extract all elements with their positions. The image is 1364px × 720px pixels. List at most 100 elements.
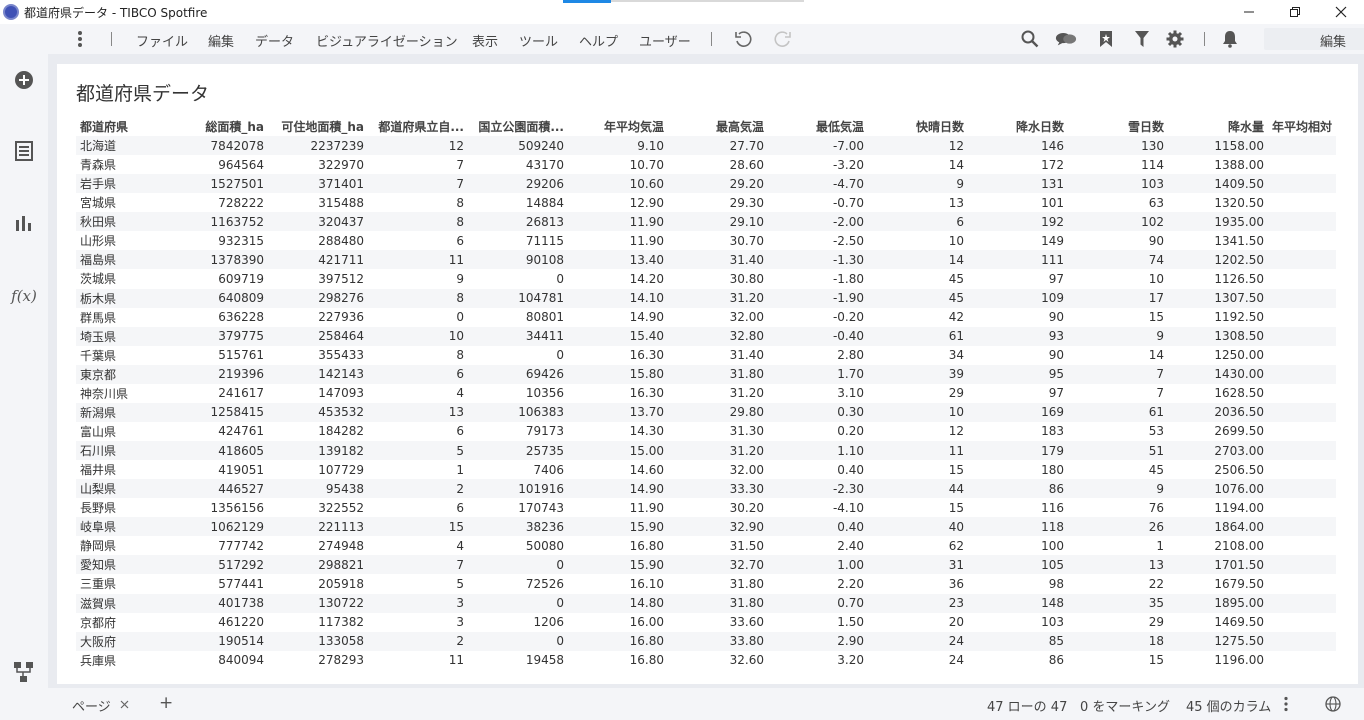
function-button[interactable]: f(x) — [8, 280, 40, 312]
column-header[interactable]: 最低気温 — [768, 116, 868, 136]
table-row[interactable]: 岩手県 1527501 371401 7 29206 10.60 29.20 -4.70 9 13… — [76, 174, 1337, 194]
column-header[interactable]: 雪日数 — [1068, 116, 1168, 136]
bookmark-button[interactable] — [1095, 29, 1117, 49]
table-row[interactable]: 愛知県 517292 298821 7 0 15.90 32.70 1.00 31 105 13 17… — [76, 555, 1337, 575]
mode-select[interactable]: 編集 — [1264, 28, 1364, 50]
table-row[interactable]: 山梨県 446527 95438 2 101916 14.90 33.30 -2.30 44 86… — [76, 479, 1337, 499]
close-icon[interactable] — [120, 700, 129, 709]
table-row[interactable]: 栃木県 640809 298276 8 104781 14.10 31.20 -1.90 45 1… — [76, 288, 1337, 308]
table-row[interactable]: 北海道 7842078 2237239 12 509240 9.10 27.70 -7.00 1… — [76, 136, 1337, 156]
page-tab[interactable]: ページ — [56, 688, 140, 720]
column-header[interactable]: 降水量 — [1168, 116, 1268, 136]
table-cell: 7 — [368, 174, 468, 194]
menu-file[interactable]: ファイル — [136, 31, 188, 50]
table-row[interactable]: 静岡県 777742 274948 4 50080 16.80 31.50 2.40 62 100… — [76, 536, 1336, 555]
column-header[interactable]: 国立公園面積... — [468, 116, 568, 136]
menu-edit[interactable]: 編集 — [208, 31, 234, 50]
column-header[interactable]: 都道府県立自... — [368, 116, 468, 136]
settings-button[interactable] — [1164, 29, 1186, 49]
table-cell: 滋賀県 — [76, 593, 172, 613]
table-row[interactable]: 滋賀県 401738 130722 3 0 14.80 31.80 0.70 23 148 35 18… — [76, 593, 1337, 613]
table-row[interactable]: 京都府 461220 117382 3 1206 16.00 33.60 1.50 20 103 2… — [76, 613, 1336, 632]
column-header[interactable]: 最高気温 — [668, 116, 768, 136]
filter-button[interactable] — [1131, 29, 1153, 49]
table-row[interactable]: 埼玉県 379775 258464 10 34411 15.40 32.80 -0.40 61 9… — [76, 326, 1337, 346]
redo-button[interactable] — [772, 29, 794, 49]
table-row[interactable]: 大阪府 190514 133058 2 0 16.80 33.80 2.90 24 85 18 127… — [76, 631, 1337, 651]
add-button[interactable] — [8, 64, 40, 96]
table-cell: 10.70 — [629, 157, 664, 172]
table-cell: 74 — [1068, 250, 1168, 270]
undo-button[interactable] — [732, 29, 754, 49]
table-cell: 10 — [948, 233, 964, 248]
table-row[interactable]: 秋田県 1163752 320437 8 26813 11.90 29.10 -2.00 6 19… — [76, 212, 1337, 232]
table-row[interactable]: 神奈川県 241617 147093 4 10356 16.30 31.20 3.10 29 97… — [76, 384, 1336, 403]
menu-user[interactable]: ユーザー — [639, 31, 691, 50]
table-row[interactable]: 茨城県 609719 397512 9 0 14.20 30.80 -1.80 45 97 10 11… — [76, 269, 1336, 288]
table-cell — [1268, 536, 1336, 555]
data-table-button[interactable] — [8, 135, 40, 167]
menu-tools[interactable]: ツール — [519, 31, 558, 50]
table-cell: 6 — [456, 424, 464, 439]
table-cell: -0.40 — [768, 326, 868, 346]
table-cell: 517292 — [172, 555, 268, 575]
column-header[interactable]: 降水日数 — [968, 116, 1068, 136]
close-button[interactable] — [1318, 0, 1364, 24]
table-cell: 28.60 — [729, 157, 764, 172]
table-cell: 401738 — [172, 593, 268, 613]
notifications-button[interactable] — [1219, 29, 1241, 49]
menu-help[interactable]: ヘルプ — [579, 31, 618, 50]
data-table[interactable]: 都道府県 総面積_ha 可住地面積_ha 都道府県立自... 国立公園面積... 年平均気… — [76, 116, 1337, 670]
hierarchy-button[interactable] — [8, 656, 40, 688]
table-row[interactable]: 石川県 418605 139182 5 25735 15.00 31.20 1.10 11 179… — [76, 441, 1337, 461]
table-row[interactable]: 福井県 419051 107729 1 7406 14.60 32.00 0.40 15 180 4… — [76, 460, 1336, 479]
table-cell: 0.40 — [837, 462, 864, 477]
search-button[interactable] — [1019, 29, 1041, 49]
maximize-button[interactable] — [1272, 0, 1318, 24]
table-cell: 461220 — [218, 615, 264, 630]
menu-view[interactable]: 表示 — [472, 31, 498, 50]
table-cell: 117382 — [318, 615, 364, 630]
menu-data[interactable]: データ — [255, 31, 294, 50]
table-cell: 福井県 — [80, 463, 117, 478]
table-cell: 1192.50 — [1214, 310, 1264, 325]
menu-visualization[interactable]: ビジュアライゼーション — [316, 31, 458, 50]
table-cell — [1268, 651, 1336, 670]
column-header[interactable]: 快晴日数 — [868, 116, 968, 136]
kebab-icon[interactable] — [1283, 696, 1289, 712]
table-cell: 640809 — [172, 288, 268, 308]
table-cell: 116 — [1041, 500, 1064, 515]
visualization-button[interactable] — [8, 207, 40, 239]
column-header[interactable]: 年平均相対 — [1268, 116, 1336, 136]
table-cell: 15.00 — [568, 441, 668, 461]
table-row[interactable]: 岐阜県 1062129 221113 15 38236 15.90 32.90 0.40 40 1… — [76, 517, 1337, 537]
table-row[interactable]: 新潟県 1258415 453532 13 106383 13.70 29.80 0.30 10… — [76, 402, 1337, 422]
more-options-button[interactable] — [69, 29, 91, 49]
minimize-button[interactable] — [1226, 0, 1272, 24]
table-row[interactable]: 長野県 1356156 322552 6 170743 11.90 30.20 -4.10 15… — [76, 498, 1336, 517]
table-row[interactable]: 三重県 577441 205918 5 72526 16.10 31.80 2.20 36 98 2… — [76, 574, 1336, 593]
table-cell: 29.20 — [668, 174, 768, 194]
collaboration-button[interactable] — [1055, 29, 1077, 49]
table-row[interactable]: 山形県 932315 288480 6 71115 11.90 30.70 -2.50 10 14… — [76, 231, 1336, 250]
table-cell: 219396 — [172, 364, 268, 384]
table-row[interactable]: 千葉県 515761 355433 8 0 16.30 31.40 2.80 34 90 14 125… — [76, 346, 1336, 365]
column-header[interactable]: 総面積_ha — [172, 116, 268, 136]
globe-icon[interactable] — [1325, 696, 1341, 712]
table-row[interactable]: 青森県 964564 322970 7 43170 10.70 28.60 -3.20 14 17… — [76, 155, 1336, 174]
table-row[interactable]: 東京都 219396 142143 6 69426 15.80 31.80 1.70 39 95 7… — [76, 364, 1337, 384]
table-row[interactable]: 兵庫県 840094 278293 11 19458 16.80 32.60 3.20 24 86… — [76, 651, 1336, 670]
table-cell: 38236 — [468, 517, 568, 537]
table-row[interactable]: 富山県 424761 184282 6 79173 14.30 31.30 0.20 12 183… — [76, 422, 1336, 441]
table-row[interactable]: 群馬県 636228 227936 0 80801 14.90 32.00 -0.20 42 90… — [76, 308, 1336, 327]
table-cell: 青森県 — [80, 158, 117, 173]
column-header[interactable]: 可住地面積_ha — [268, 116, 368, 136]
add-page-button[interactable]: + — [159, 693, 173, 713]
table-row[interactable]: 宮城県 728222 315488 8 14884 12.90 29.30 -0.70 13 10… — [76, 193, 1336, 212]
column-header[interactable]: 年平均気温 — [568, 116, 668, 136]
table-cell: 11.90 — [629, 500, 664, 515]
table-cell: 33.80 — [668, 631, 768, 651]
column-header[interactable]: 都道府県 — [76, 116, 172, 136]
table-cell: 2703.00 — [1168, 441, 1268, 461]
table-row[interactable]: 福島県 1378390 421711 11 90108 13.40 31.40 -1.30 14… — [76, 250, 1337, 270]
